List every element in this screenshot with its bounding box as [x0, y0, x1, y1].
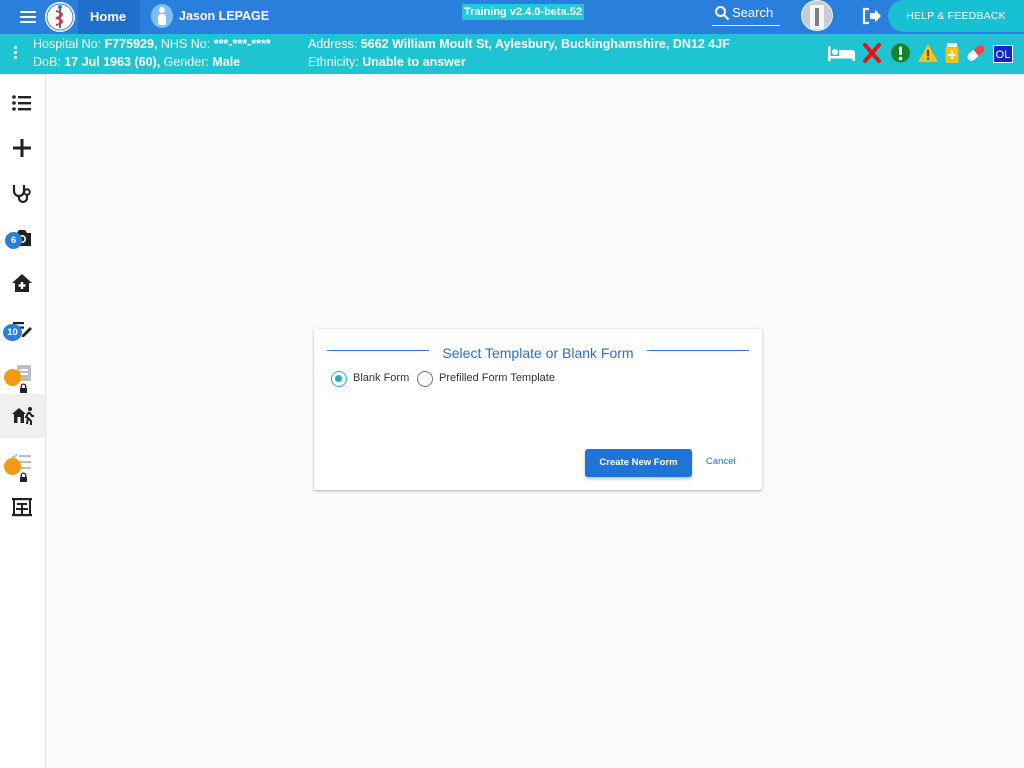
banner-line-ethnicity: Ethnicity: Unable to answer — [308, 55, 466, 69]
radio-checked-icon[interactable] — [331, 371, 347, 387]
breadcrumb-arrow — [130, 0, 140, 34]
cancel-button[interactable]: Cancel — [706, 456, 736, 467]
sidebar-item-discharge[interactable] — [0, 394, 45, 438]
patient-person-icon — [151, 4, 173, 28]
search-label: Search — [732, 5, 774, 20]
banner-line-demographics: DoB: 17 Jul 1963 (60), Gender: Male — [33, 55, 240, 69]
top-app-bar: Home Jason LEPAGE Training v2.4.0-beta.5… — [0, 0, 1024, 34]
sidebar-item-ward[interactable] — [0, 485, 45, 529]
lock-icon — [4, 369, 27, 393]
address-value: 5662 William Moult St, Aylesbury, Buckin… — [360, 37, 730, 51]
medication-bottle-icon[interactable] — [943, 42, 961, 64]
warning-triangle-icon[interactable] — [917, 42, 939, 64]
side-nav: 6 10 — [0, 74, 46, 768]
home-plus-icon — [12, 274, 32, 292]
radio-unchecked-icon[interactable] — [417, 371, 433, 387]
search-button[interactable]: Search — [712, 3, 780, 26]
sidebar-item-checklist[interactable] — [0, 440, 45, 484]
banner-line-address: Address: 5662 William Moult St, Aylesbur… — [308, 37, 730, 51]
ward-icon — [12, 498, 32, 517]
dialog-title: Select Template or Blank Form — [314, 345, 762, 361]
home-walk-icon — [12, 407, 34, 425]
bed-icon[interactable] — [827, 42, 857, 64]
ethnicity-value: Unable to answer — [362, 55, 466, 69]
hospital-no-value: F775929, — [104, 37, 158, 51]
dob-value: 17 Jul 1963 (60), — [64, 55, 161, 69]
address-label: Address: — [308, 37, 358, 51]
more-vert-icon[interactable] — [14, 46, 18, 61]
patient-banner: Hospital No: F775929, NHS No: ***-***-**… — [0, 34, 1024, 74]
help-feedback-button[interactable]: HELP & FEEDBACK — [888, 0, 1024, 32]
notes-count-badge: 10 — [3, 324, 22, 341]
hamburger-menu-icon[interactable] — [20, 11, 36, 23]
plus-icon — [13, 139, 31, 157]
select-template-dialog: Select Template or Blank Form Blank Form… — [314, 329, 762, 490]
breadcrumb-patient[interactable]: Jason LEPAGE — [179, 0, 269, 32]
app-logo[interactable] — [45, 2, 75, 32]
nhs-no-value: ***-***-**** — [213, 37, 271, 51]
sidebar-item-home-care[interactable] — [0, 261, 45, 305]
sidebar-item-photos[interactable]: 6 — [0, 216, 45, 260]
create-new-form-button[interactable]: Create New Form — [585, 449, 692, 477]
banner-line-ids: Hospital No: F775929, NHS No: ***-***-**… — [33, 37, 271, 51]
search-icon — [715, 6, 730, 21]
sidebar-item-clinical[interactable] — [0, 171, 45, 215]
radio-label: Prefilled Form Template — [439, 372, 555, 384]
sidebar-item-notes[interactable]: 10 — [0, 306, 45, 350]
lock-icon — [4, 458, 27, 482]
list-icon — [12, 95, 31, 111]
hospital-no-label: Hospital No: — [33, 37, 102, 51]
x-mark-icon[interactable] — [863, 42, 881, 64]
pill-icon[interactable] — [965, 42, 987, 64]
photos-count-badge: 6 — [5, 232, 22, 249]
stethoscope-icon — [12, 185, 31, 204]
sidebar-item-add[interactable] — [0, 126, 45, 170]
gender-label: Gender: — [163, 55, 209, 69]
logout-icon[interactable] — [862, 7, 882, 25]
alert-circle-icon[interactable] — [890, 42, 911, 64]
radio-label: Blank Form — [353, 372, 410, 384]
user-avatar[interactable] — [801, 0, 833, 31]
ethnicity-label: Ethnicity: — [308, 55, 359, 69]
version-label: Training v2.4.0-beta.52 — [462, 4, 584, 20]
sidebar-item-list[interactable] — [0, 81, 45, 125]
ol-badge[interactable]: OL — [993, 45, 1013, 63]
gender-value: Male — [212, 55, 241, 69]
sidebar-item-forms[interactable] — [0, 351, 45, 395]
dob-label: DoB: — [33, 55, 61, 69]
nhs-no-label: NHS No: — [160, 37, 211, 51]
